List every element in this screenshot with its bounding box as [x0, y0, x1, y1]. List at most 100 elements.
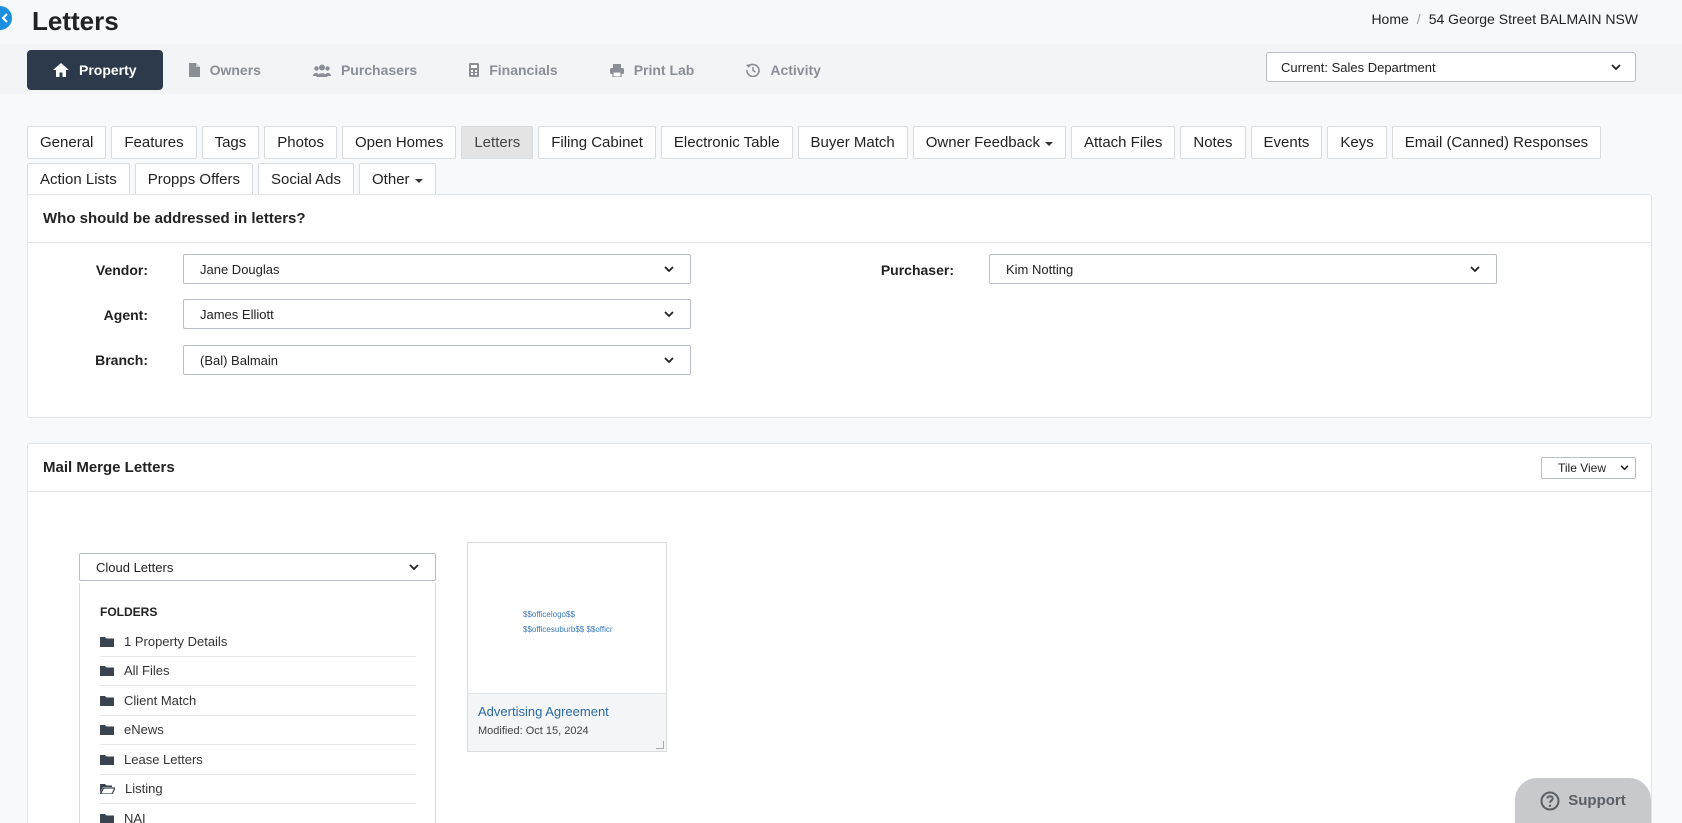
chevron-left-icon — [1, 13, 8, 23]
nav-owners[interactable]: Owners — [163, 50, 287, 90]
nav-purchasers[interactable]: Purchasers — [287, 50, 443, 90]
tab-photos[interactable]: Photos — [264, 126, 337, 159]
agent-select[interactable]: James Elliott — [183, 299, 691, 329]
chevron-down-icon — [664, 265, 674, 272]
letter-modified-date: Modified: Oct 15, 2024 — [478, 725, 589, 737]
home-icon — [53, 63, 69, 77]
view-mode-value: Tile View — [1558, 461, 1607, 475]
department-select[interactable]: Current: Sales Department — [1266, 52, 1636, 82]
folder-label: 1 Property Details — [124, 633, 228, 649]
tab-label: Owner Feedback — [925, 134, 1040, 151]
tab-attach-files[interactable]: Attach Files — [1070, 126, 1176, 159]
support-button[interactable]: Support — [1515, 778, 1651, 823]
mail-merge-panel: Mail Merge Letters Tile View Cloud Lette… — [27, 443, 1652, 823]
addressed-panel-heading: Who should be addressed in letters? — [28, 195, 1651, 243]
folder-item[interactable]: All Files — [100, 657, 416, 686]
nav-property[interactable]: Property — [27, 50, 163, 90]
folder-label: Client Match — [124, 692, 197, 708]
branch-select[interactable]: (Bal) Balmain — [183, 345, 691, 375]
resize-handle — [656, 741, 664, 749]
tab-email-canned-responses[interactable]: Email (Canned) Responses — [1391, 126, 1602, 159]
nav-print-lab[interactable]: Print Lab — [584, 50, 721, 90]
users-icon — [312, 64, 331, 77]
branch-select-value: (Bal) Balmain — [200, 352, 279, 368]
back-button[interactable] — [0, 6, 12, 30]
document-icon — [188, 63, 200, 77]
tab-electronic-table[interactable]: Electronic Table — [660, 126, 793, 159]
tab-general[interactable]: General — [27, 126, 107, 159]
help-circle-icon — [1540, 791, 1560, 810]
department-select-value: Current: Sales Department — [1281, 59, 1436, 75]
folder-item[interactable]: Lease Letters — [100, 745, 416, 775]
tab-open-homes[interactable]: Open Homes — [341, 126, 457, 159]
purchaser-label: Purchaser: — [880, 262, 954, 278]
tab-social-ads[interactable]: Social Ads — [257, 163, 355, 196]
nav-financials[interactable]: Financials — [443, 50, 583, 90]
vendor-select[interactable]: Jane Douglas — [183, 254, 691, 284]
chevron-down-icon — [1611, 63, 1621, 70]
calculator-icon — [469, 63, 480, 77]
chevron-down-icon — [409, 563, 419, 570]
letter-source-select[interactable]: Cloud Letters — [79, 553, 436, 581]
history-icon — [746, 63, 761, 77]
view-mode-select[interactable]: Tile View — [1541, 457, 1636, 479]
tab-filing-cabinet[interactable]: Filing Cabinet — [538, 126, 656, 159]
letter-tile[interactable]: $$officelogo$$ $$officesuburb$$ $$officr… — [467, 542, 667, 752]
caret-down-icon — [1044, 141, 1053, 146]
purchaser-select[interactable]: Kim Notting — [989, 254, 1497, 284]
nav-activity[interactable]: Activity — [720, 50, 847, 90]
tab-letters[interactable]: Letters — [461, 126, 534, 159]
letter-preview: $$officelogo$$ $$officesuburb$$ $$officr — [468, 543, 666, 693]
nav-label: Property — [79, 62, 137, 78]
tab-buyer-match[interactable]: Buyer Match — [797, 126, 908, 159]
preview-line: $$officelogo$$ — [523, 610, 575, 619]
folders-title: FOLDERS — [100, 605, 158, 619]
folder-icon — [100, 813, 114, 823]
vendor-label: Vendor: — [95, 262, 148, 278]
folder-item[interactable]: 1 Property Details — [100, 627, 416, 657]
chevron-down-icon — [1620, 465, 1629, 471]
breadcrumb-home[interactable]: Home — [1371, 11, 1408, 27]
nav-label: Activity — [770, 62, 821, 78]
tab-events[interactable]: Events — [1250, 126, 1323, 159]
property-tabs: General Features Tags Photos Open Homes … — [27, 126, 1657, 196]
folder-label: All Files — [124, 663, 170, 679]
folder-items: 1 Property Details All Files Client Matc… — [100, 627, 416, 823]
tab-action-lists[interactable]: Action Lists — [27, 163, 130, 196]
folder-item[interactable]: eNews — [100, 716, 416, 745]
purchaser-select-value: Kim Notting — [1006, 261, 1074, 277]
letter-tile-footer: Advertising Agreement Modified: Oct 15, … — [468, 693, 666, 751]
vendor-select-value: Jane Douglas — [200, 261, 280, 277]
nav-label: Print Lab — [633, 62, 695, 78]
chevron-down-icon — [1470, 265, 1480, 272]
agent-select-value: James Elliott — [200, 306, 274, 322]
folder-open-icon — [100, 784, 115, 795]
tab-tags[interactable]: Tags — [201, 126, 260, 159]
folder-icon — [100, 725, 114, 736]
tab-keys[interactable]: Keys — [1327, 126, 1387, 159]
folder-label: Lease Letters — [124, 751, 203, 767]
nav-label: Owners — [209, 62, 261, 78]
folder-icon — [100, 695, 114, 706]
letter-name-link[interactable]: Advertising Agreement — [478, 704, 656, 719]
tab-notes[interactable]: Notes — [1180, 126, 1246, 159]
folder-item-open[interactable]: Listing — [100, 775, 416, 804]
tab-other[interactable]: Other — [359, 163, 436, 196]
page-title: Letters — [32, 6, 119, 36]
folder-item[interactable]: Client Match — [100, 686, 416, 716]
folder-item[interactable]: NAI — [100, 804, 416, 823]
folder-label: NAI — [124, 810, 146, 823]
nav-label: Purchasers — [340, 62, 418, 78]
breadcrumb: Home / 54 George Street BALMAIN NSW — [1371, 11, 1638, 27]
folder-icon — [100, 666, 114, 677]
support-label: Support — [1568, 792, 1626, 809]
main-nav: Property Owners Purchasers Financials Pr… — [27, 50, 847, 90]
tab-owner-feedback[interactable]: Owner Feedback — [912, 126, 1066, 159]
tab-label: Other — [372, 171, 410, 188]
letter-source-value: Cloud Letters — [96, 559, 174, 575]
tab-features[interactable]: Features — [111, 126, 197, 159]
folder-icon — [100, 636, 114, 647]
breadcrumb-separator: / — [1416, 11, 1421, 27]
printer-icon — [609, 63, 624, 77]
tab-propps-offers[interactable]: Propps Offers — [134, 163, 253, 196]
